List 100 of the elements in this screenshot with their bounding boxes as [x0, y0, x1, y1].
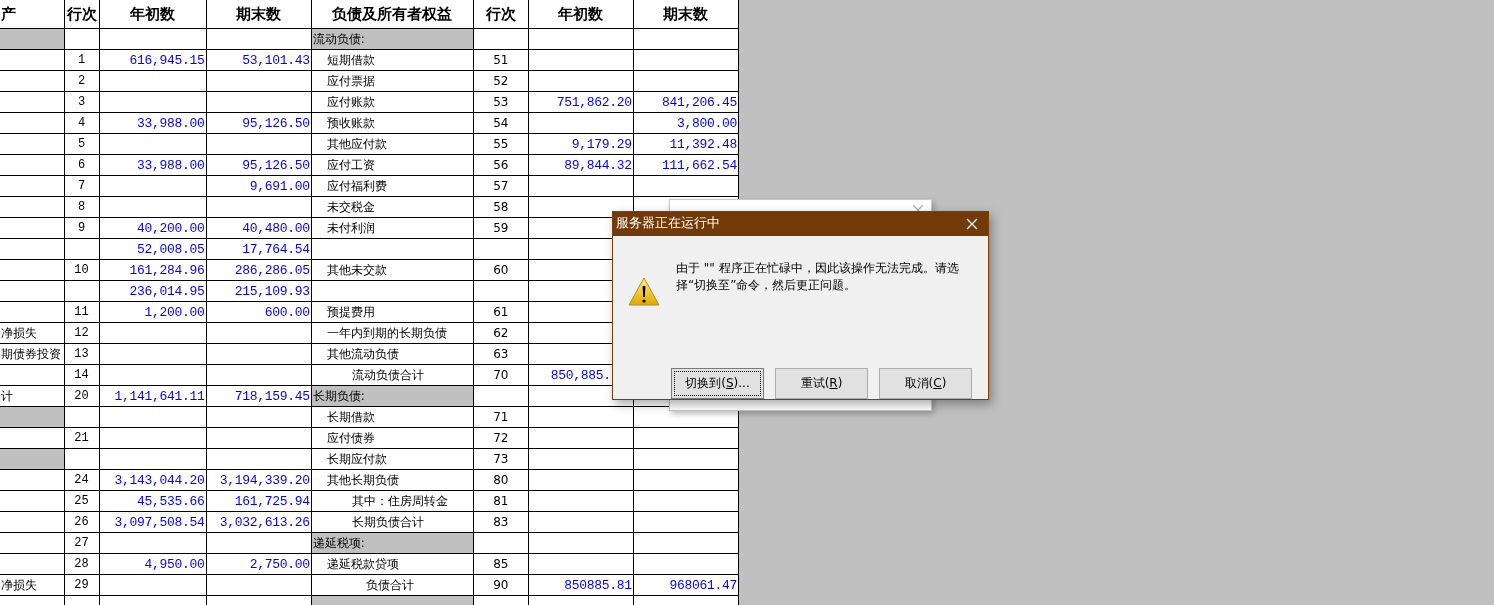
- table-cell: 51: [473, 49, 529, 71]
- table-cell: 其中：住房周转金: [311, 490, 474, 512]
- table-cell: 其他流动负债: [311, 343, 474, 365]
- table-cell: 40,200.00: [99, 217, 207, 239]
- table-cell: 52,008.05: [99, 238, 207, 260]
- table-cell: 3,143,044.20: [99, 469, 207, 491]
- table-cell: 6: [64, 154, 100, 176]
- table-cell: 215,109.93: [206, 280, 312, 302]
- table-cell: 8: [64, 196, 100, 218]
- table-cell: 600.00: [206, 301, 312, 323]
- table-cell: 95,126.50: [206, 154, 312, 176]
- table-cell: 3,194,339.20: [206, 469, 312, 491]
- table-cell: 45,535.66: [99, 490, 207, 512]
- table-cell: 3: [64, 91, 100, 113]
- table-cell: 期债券投资: [0, 343, 65, 365]
- table-cell: 一年内到期的长期负债: [311, 322, 474, 344]
- table-cell: 净损失: [0, 574, 65, 596]
- table-cell: 长期应付款: [311, 448, 474, 470]
- window-title: 服务器正在运行中: [616, 215, 720, 233]
- table-cell: 161,725.94: [206, 490, 312, 512]
- table-cell: 2: [64, 70, 100, 92]
- table-cell: 递延税款贷项: [311, 553, 474, 575]
- table-cell: 60: [473, 259, 529, 281]
- table-cell: 968061.47: [633, 574, 739, 596]
- column-header: 行次: [64, 0, 100, 29]
- table-cell: 72: [473, 427, 529, 449]
- table-cell: 13: [64, 343, 100, 365]
- table-cell: 81: [473, 490, 529, 512]
- dialog-button[interactable]: 取消(C): [879, 368, 972, 399]
- column-header: 行次: [473, 0, 529, 29]
- table-cell: 计: [0, 385, 65, 407]
- table-cell: 28: [64, 553, 100, 575]
- table-cell: 其他应付款: [311, 133, 474, 155]
- table-cell: 1,141,641.11: [99, 385, 207, 407]
- table-cell: 27: [64, 532, 100, 554]
- table-cell: 应付债券: [311, 427, 474, 449]
- table-cell: 14: [64, 364, 100, 386]
- table-cell: 90: [473, 574, 529, 596]
- table-cell: 40,480.00: [206, 217, 312, 239]
- table-cell: 应付账款: [311, 91, 474, 113]
- table-cell: 其他未交款: [311, 259, 474, 281]
- table-cell: 未付利润: [311, 217, 474, 239]
- table-cell: 61: [473, 301, 529, 323]
- table-cell: 236,014.95: [99, 280, 207, 302]
- dialog-button[interactable]: 重试(R): [775, 368, 868, 399]
- table-cell: 应付福利费: [311, 175, 474, 197]
- table-cell: 1: [64, 49, 100, 71]
- column-header: 负债及所有者权益: [311, 0, 474, 29]
- table-cell: 11: [64, 301, 100, 323]
- table-cell: 4,950.00: [99, 553, 207, 575]
- message-text: 由于 "" 程序正在忙碌中，因此该操作无法完成。请选择“切换至”命令，然后更正问题。: [676, 259, 960, 294]
- table-cell: 应付工资: [311, 154, 474, 176]
- table-cell: 95,126.50: [206, 112, 312, 134]
- table-cell: 7: [64, 175, 100, 197]
- table-cell: 11,392.48: [633, 133, 739, 155]
- table-cell: 55: [473, 133, 529, 155]
- table-cell: 3,097,508.54: [99, 511, 207, 533]
- table-cell: 17,764.54: [206, 238, 312, 260]
- table-cell: 3,032,613.26: [206, 511, 312, 533]
- table-cell: 56: [473, 154, 529, 176]
- table-cell: 24: [64, 469, 100, 491]
- table-cell: 短期借款: [311, 49, 474, 71]
- table-cell: 718,159.45: [206, 385, 312, 407]
- table-cell: 70: [473, 364, 529, 386]
- column-header: 产: [0, 0, 65, 29]
- table-cell: 85: [473, 553, 529, 575]
- table-cell: 预提费用: [311, 301, 474, 323]
- table-cell: 2,750.00: [206, 553, 312, 575]
- table-cell: 111,662.54: [633, 154, 739, 176]
- table-cell: 1,200.00: [99, 301, 207, 323]
- table-cell: 89,844.32: [528, 154, 634, 176]
- table-cell: 净损失: [0, 322, 65, 344]
- table-cell: 161,284.96: [99, 259, 207, 281]
- table-cell: 850885.81: [528, 574, 634, 596]
- column-header: 年初数: [99, 0, 207, 29]
- table-cell: 9,179.29: [528, 133, 634, 155]
- column-header: 期末数: [633, 0, 739, 29]
- table-cell: 应付票据: [311, 70, 474, 92]
- table-cell: 286,286.05: [206, 259, 312, 281]
- table-cell: 未交税金: [311, 196, 474, 218]
- table-cell: 4: [64, 112, 100, 134]
- table-cell: 751,862.20: [528, 91, 634, 113]
- table-cell: 73: [473, 448, 529, 470]
- table-cell: 25: [64, 490, 100, 512]
- table-cell: 26: [64, 511, 100, 533]
- table-cell: 预收账款: [311, 112, 474, 134]
- table-cell: 53,101.43: [206, 49, 312, 71]
- table-cell: 63: [473, 343, 529, 365]
- table-cell: 5: [64, 133, 100, 155]
- table-cell: 58: [473, 196, 529, 218]
- table-cell: 53: [473, 91, 529, 113]
- table-cell: 其他长期负债: [311, 469, 474, 491]
- table-cell: 83: [473, 511, 529, 533]
- dialog-button[interactable]: 切换到(S)...: [671, 368, 764, 399]
- table-cell: 9: [64, 217, 100, 239]
- column-header: 年初数: [528, 0, 634, 29]
- table-cell: 62: [473, 322, 529, 344]
- close-icon[interactable]: [966, 217, 978, 230]
- table-cell: 80: [473, 469, 529, 491]
- column-header: 期末数: [206, 0, 312, 29]
